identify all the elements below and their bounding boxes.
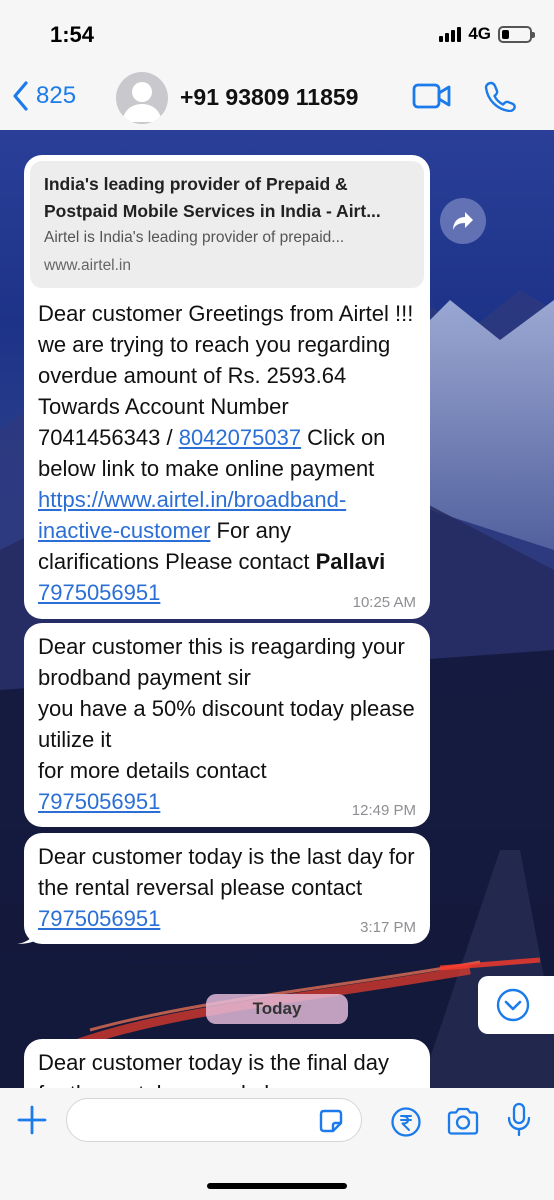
link-preview-description: Airtel is India's leading provider of pr…	[44, 229, 345, 246]
chat-area[interactable]: India's leading provider of Prepaid & Po…	[0, 130, 554, 1088]
voice-call-button[interactable]	[484, 80, 516, 117]
sticker-button[interactable]	[318, 1108, 344, 1139]
message-text: Dear customer this is reagarding your br…	[38, 634, 415, 814]
signal-strength-icon	[439, 26, 462, 42]
message-text-part: Dear customer this is reagarding your br…	[38, 634, 415, 783]
camera-icon	[447, 1107, 479, 1135]
rupee-icon	[391, 1107, 421, 1137]
sticker-icon	[319, 1109, 343, 1133]
person-icon	[122, 82, 162, 122]
battery-icon	[498, 25, 535, 43]
contact-person-name: Pallavi	[315, 549, 386, 574]
link-preview-title: India's leading provider of Prepaid & Po…	[44, 174, 381, 221]
status-time: 1:54	[50, 22, 95, 47]
network-type: 4G	[468, 24, 491, 43]
attach-button[interactable]	[16, 1104, 48, 1141]
scroll-to-bottom-button[interactable]	[478, 976, 554, 1034]
url-link[interactable]: https://www.airtel.in/broadband-inactive…	[38, 487, 346, 543]
camera-button[interactable]	[446, 1106, 480, 1141]
chat-header: 825 +91 93809 11859	[0, 64, 554, 130]
plus-icon	[17, 1105, 47, 1135]
message-bubble[interactable]: India's leading provider of Prepaid & Po…	[24, 155, 430, 619]
unread-count: 825	[36, 82, 77, 109]
link-preview[interactable]: India's leading provider of Prepaid & Po…	[30, 161, 424, 288]
status-bar: 1:54 4G	[0, 0, 554, 70]
phone-link[interactable]: 7975056951	[38, 789, 160, 814]
chevron-left-icon	[13, 81, 28, 111]
message-timestamp: 12:49 PM	[351, 802, 416, 819]
payment-button[interactable]	[390, 1106, 422, 1143]
message-bubble[interactable]: Dear customer today is the final day for…	[24, 1039, 430, 1088]
message-text: Dear customer Greetings from Airtel !!! …	[38, 301, 413, 605]
message-text-part: Dear customer today is the last day for …	[38, 844, 415, 900]
message-text: Dear customer today is the last day for …	[38, 844, 415, 931]
avatar[interactable]	[116, 72, 168, 124]
date-separator: Today	[206, 994, 348, 1024]
phone-link[interactable]: 8042075037	[179, 425, 301, 450]
share-arrow-icon	[453, 212, 473, 230]
contact-name[interactable]: +91 93809 11859	[180, 84, 358, 111]
bubble-tail	[17, 926, 37, 944]
microphone-icon	[507, 1102, 531, 1137]
video-camera-icon	[412, 83, 451, 109]
message-bubble[interactable]: Dear customer this is reagarding your br…	[24, 623, 430, 827]
back-button[interactable]: 825	[10, 78, 76, 114]
message-bubble[interactable]: Dear customer today is the last day for …	[17, 833, 430, 944]
phone-link[interactable]: 7975056951	[38, 906, 160, 931]
status-indicators: 4G	[439, 24, 535, 44]
link-preview-domain: www.airtel.in	[44, 257, 131, 274]
home-indicator	[207, 1183, 347, 1189]
message-text: Dear customer today is the final day for…	[38, 1050, 389, 1088]
message-timestamp: 3:17 PM	[360, 919, 416, 936]
chevron-down-circle-icon	[496, 988, 530, 1022]
video-call-button[interactable]	[412, 82, 452, 115]
forward-button[interactable]	[440, 198, 486, 244]
phone-link[interactable]: 7975056951	[38, 580, 160, 605]
phone-icon	[484, 81, 516, 113]
message-timestamp: 10:25 AM	[352, 594, 416, 611]
microphone-button[interactable]	[506, 1102, 532, 1143]
